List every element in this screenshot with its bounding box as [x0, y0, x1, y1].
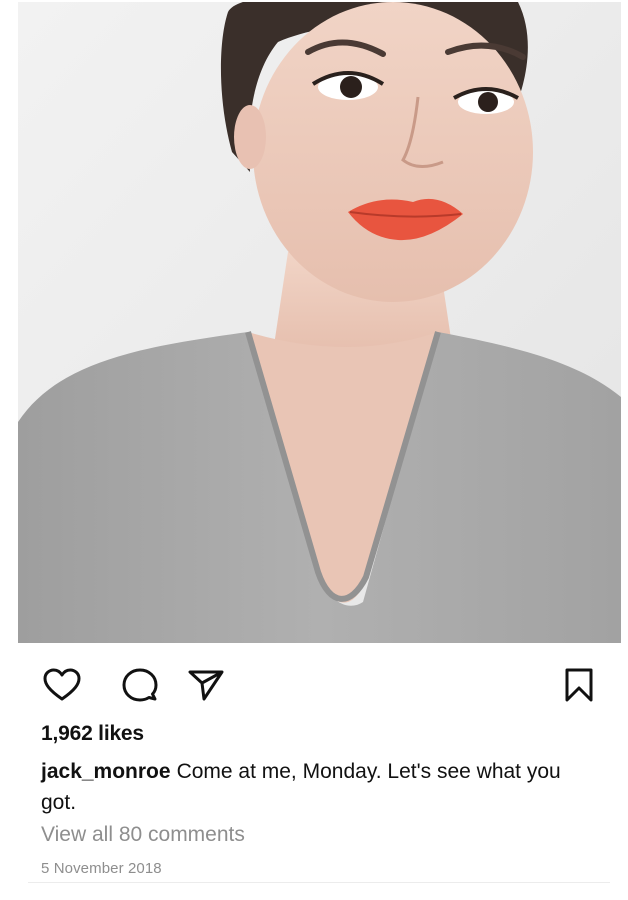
- view-all-comments-link[interactable]: View all 80 comments: [41, 823, 245, 847]
- post-date: 5 November 2018: [41, 860, 162, 877]
- caption-username[interactable]: jack_monroe: [41, 760, 171, 783]
- bookmark-icon[interactable]: [559, 665, 599, 705]
- instagram-post: 1,962 likes jack_monroe Come at me, Monda…: [0, 0, 628, 900]
- heart-icon[interactable]: [42, 665, 82, 705]
- post-action-bar: [0, 645, 628, 721]
- divider: [28, 882, 610, 883]
- likes-count[interactable]: 1,962 likes: [41, 722, 144, 746]
- paper-plane-icon[interactable]: [186, 665, 226, 705]
- post-photo[interactable]: [18, 2, 621, 643]
- post-caption: jack_monroe Come at me, Monday. Let's see…: [41, 756, 586, 818]
- comment-bubble-icon[interactable]: [120, 665, 160, 705]
